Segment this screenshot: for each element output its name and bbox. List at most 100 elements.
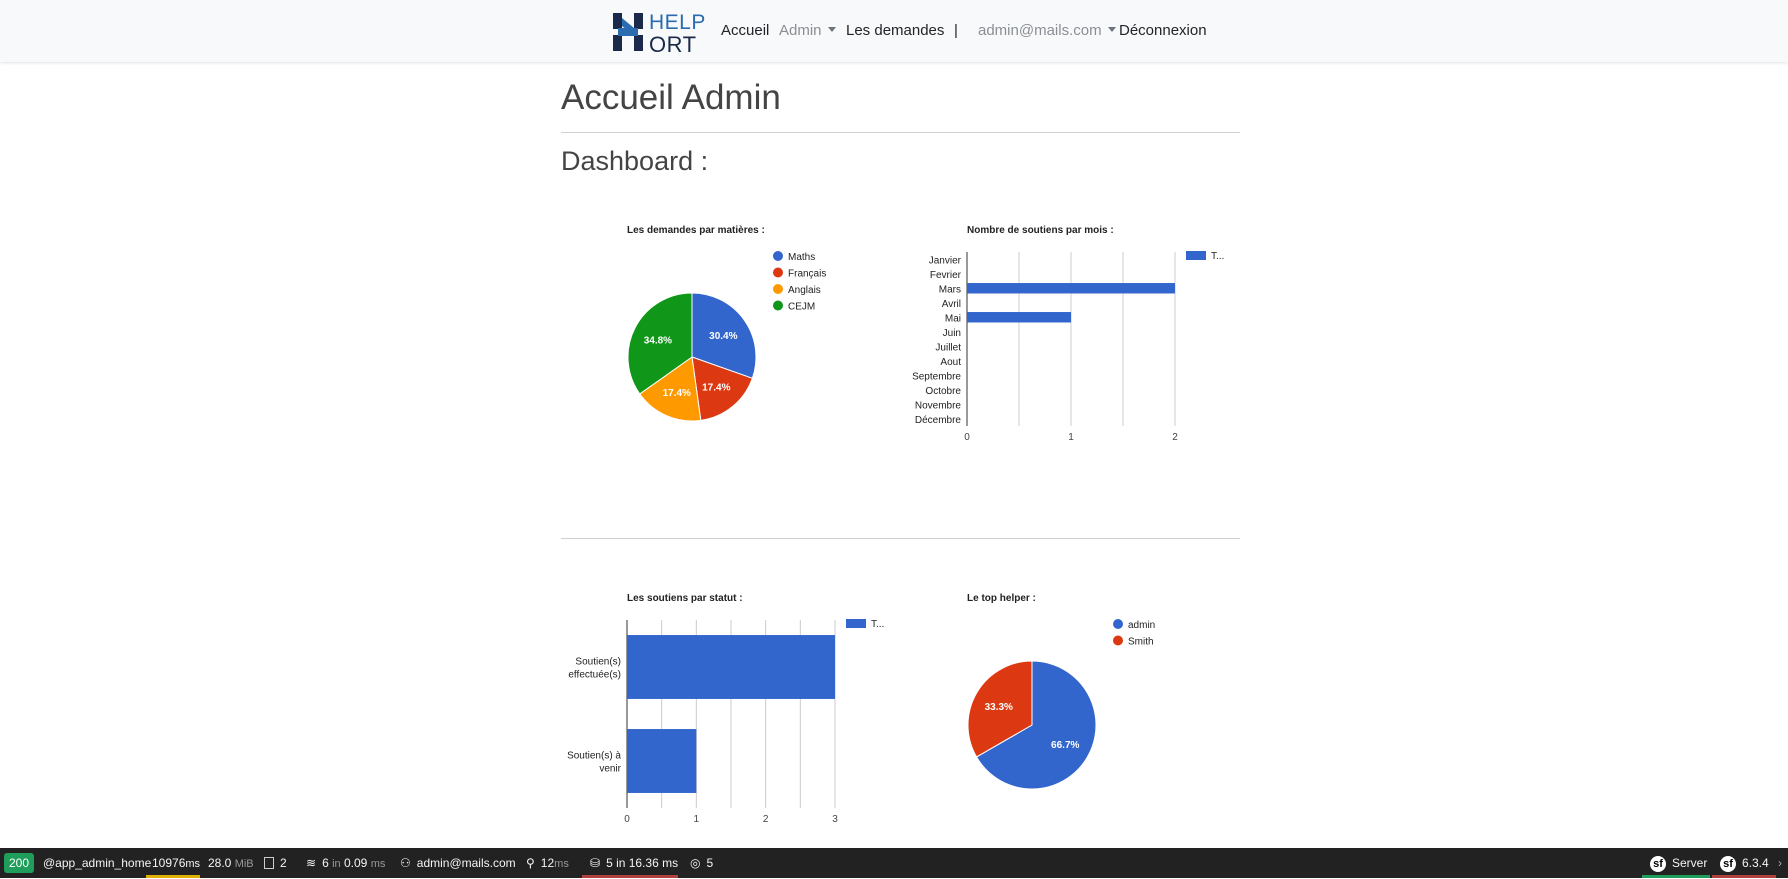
y-category-label: Mai — [945, 313, 961, 324]
chart-title: Le top helper : — [967, 593, 1036, 604]
debug-user-label: admin@mails.com — [416, 856, 516, 870]
pie-slice-label: 66.7% — [1051, 740, 1079, 751]
debug-server-label: Server — [1672, 856, 1708, 870]
y-category-label: venir — [599, 764, 621, 775]
title-divider — [561, 132, 1240, 133]
bar[interactable] — [627, 635, 835, 699]
navbar: HELP ORT Accueil Admin Les demandes | ad… — [0, 0, 1788, 62]
y-category-label: Octobre — [925, 386, 961, 397]
bar[interactable] — [967, 312, 1071, 323]
y-category-label: Janvier — [929, 255, 962, 266]
debug-time-unit: ms — [185, 858, 201, 870]
bar[interactable] — [967, 283, 1175, 294]
debug-other[interactable]: ◎ 5 — [690, 848, 713, 878]
debug-user[interactable]: ⚇ admin@mails.com — [400, 848, 516, 878]
debug-templates-time: 0.09 — [344, 856, 368, 870]
pie-chart: 30.4% 17.4% 17.4% 34.8% Maths Français Anglais… — [627, 251, 826, 422]
debug-memory-unit: MiB — [234, 858, 254, 870]
chart-title: Nombre de soutiens par mois : — [967, 225, 1114, 236]
legend-marker — [773, 300, 783, 311]
page-title: Accueil Admin — [561, 78, 781, 117]
events-icon: ⚲ — [526, 856, 535, 870]
chart-soutiens-par-statut: Les soutiens par statut : 0 1 2 3 Soutien(s)… — [560, 586, 900, 848]
pie-slice-label: 17.4% — [663, 388, 691, 399]
chart-demandes-par-matieres: Les demandes par matières : 30.4% 17.4% 17… — [620, 218, 860, 428]
y-category-label: Soutien(s) — [575, 657, 621, 668]
legend-label[interactable]: Anglais — [788, 285, 821, 296]
legend-marker — [773, 267, 783, 278]
pie-slice-label: 30.4% — [709, 331, 737, 342]
pie-slice-label: 33.3% — [985, 702, 1013, 713]
y-category-label: Juillet — [935, 342, 961, 353]
y-category-label: Aout — [940, 357, 961, 368]
debug-route[interactable]: @app_admin_home — [43, 848, 151, 878]
x-tick-label: 0 — [964, 432, 970, 443]
debug-time[interactable]: 10976ms — [152, 848, 200, 878]
brand-logo[interactable]: HELP ORT — [612, 10, 705, 57]
x-tick-label: 2 — [763, 814, 769, 825]
user-icon: ⚇ — [400, 856, 411, 870]
nav-accueil[interactable]: Accueil — [721, 22, 769, 39]
bar-chart: 0 1 2 3 Soutien(s) effectuée(s) Soutien(s) à ve… — [567, 619, 884, 825]
debug-memory-value: 28.0 — [208, 856, 232, 870]
symfony-icon: sf — [1720, 855, 1736, 872]
document-icon — [264, 857, 274, 869]
legend-label[interactable]: T... — [1211, 251, 1224, 262]
nav-user-label: admin@mails.com — [978, 22, 1102, 39]
legend-label[interactable]: admin — [1128, 620, 1155, 631]
nav-admin-dropdown[interactable]: Admin — [779, 22, 836, 39]
legend-marker — [773, 284, 783, 294]
y-category-label: Juin — [943, 328, 961, 339]
debug-templates[interactable]: ≋ 6 in 0.09 ms — [306, 848, 385, 878]
symfony-debug-toolbar: 200 @app_admin_home 10976ms 28.0 MiB 2 ≋… — [0, 848, 1788, 878]
legend-marker — [1113, 635, 1123, 646]
debug-events-value: 12 — [540, 856, 555, 870]
close-icon[interactable]: › — [1778, 848, 1782, 878]
x-tick-label: 1 — [694, 814, 700, 825]
status-badge[interactable]: 200 — [4, 853, 34, 873]
legend-marker — [1113, 619, 1123, 629]
globe-icon: ◎ — [690, 856, 701, 870]
nav-les-demandes[interactable]: Les demandes — [846, 22, 944, 39]
bar[interactable] — [627, 729, 697, 793]
nav-admin-label: Admin — [779, 22, 822, 39]
debug-events-unit: ms — [554, 858, 569, 870]
debug-time-value: 10976 — [152, 856, 186, 870]
y-category-label: effectuée(s) — [568, 670, 621, 681]
bar-chart: 0 1 2 Janvier Fevrier Mars Avril Mai Juin Juillet… — [912, 251, 1224, 443]
nav-deconnexion[interactable]: Déconnexion — [1119, 22, 1207, 39]
debug-events[interactable]: ⚲ 12ms — [526, 848, 569, 878]
legend-marker — [846, 619, 866, 628]
database-icon: ⛁ — [590, 856, 601, 870]
debug-other-count: 5 — [706, 856, 714, 870]
legend-label[interactable]: CEJM — [788, 302, 815, 313]
debug-memory[interactable]: 28.0 MiB — [208, 848, 254, 878]
symfony-icon: sf — [1650, 855, 1666, 872]
debug-server[interactable]: sf Server — [1650, 848, 1707, 878]
debug-database-label: 5 in 16.36 ms — [606, 856, 679, 870]
legend-label[interactable]: Maths — [788, 252, 815, 263]
legend-marker — [773, 251, 783, 261]
nav-separator: | — [954, 22, 958, 39]
chart-title: Les demandes par matières : — [627, 225, 765, 236]
debug-version[interactable]: sf 6.3.4 — [1720, 848, 1769, 878]
debug-templates-count: 6 — [322, 856, 329, 870]
chart-title: Les soutiens par statut : — [627, 593, 743, 604]
nav-user-dropdown[interactable]: admin@mails.com — [978, 22, 1116, 39]
x-tick-label: 1 — [1068, 432, 1074, 443]
pie-chart: 66.7% 33.3% admin Smith — [967, 619, 1155, 790]
debug-logs-count: 2 — [280, 856, 287, 870]
debug-logs[interactable]: 2 — [264, 848, 287, 878]
legend-label[interactable]: Smith — [1128, 637, 1154, 648]
debug-database[interactable]: ⛁ 5 in 16.36 ms — [590, 848, 678, 878]
chart-top-helper: Le top helper : 66.7% 33.3% admin Smith — [960, 586, 1200, 796]
legend-marker — [1186, 251, 1206, 260]
layers-icon: ≋ — [306, 856, 317, 870]
legend-label[interactable]: Français — [788, 269, 826, 280]
y-category-label: Soutien(s) à — [567, 751, 621, 762]
debug-templates-in: in — [332, 858, 341, 870]
y-category-label: Décembre — [915, 415, 962, 426]
legend-label[interactable]: T... — [871, 619, 884, 630]
chart-soutiens-par-mois: Nombre de soutiens par mois : 0 1 2 Janvier… — [900, 218, 1240, 488]
dashboard-title: Dashboard : — [561, 146, 709, 176]
